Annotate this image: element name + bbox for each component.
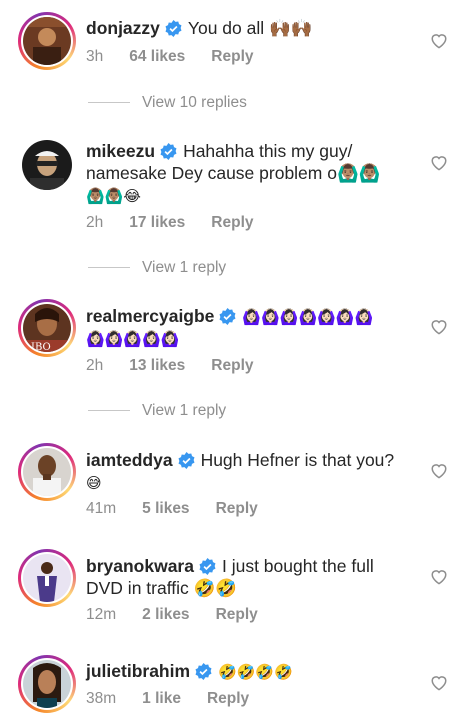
heart-outline-icon[interactable] — [430, 318, 448, 335]
comment-text: Hahahha this my guy/ — [183, 141, 353, 161]
likes-count[interactable]: 1 like — [142, 690, 181, 707]
view-replies-button[interactable]: View 10 replies — [88, 94, 247, 112]
comment-text: 🤣🤣🤣🤣 — [218, 664, 293, 681]
verified-badge-icon — [178, 452, 195, 469]
comment-username[interactable]: donjazzy — [86, 18, 160, 38]
likes-count[interactable]: 64 likes — [129, 48, 185, 65]
avatar[interactable]: IBO — [18, 299, 76, 357]
comment-meta: 38m 1 like Reply — [86, 690, 275, 708]
heart-outline-icon[interactable] — [430, 674, 448, 691]
likes-count[interactable]: 5 likes — [142, 500, 189, 517]
comment-meta: 2h 17 likes Reply — [86, 214, 280, 232]
verified-badge-icon — [199, 558, 216, 575]
heart-outline-icon[interactable] — [430, 154, 448, 171]
avatar[interactable] — [18, 136, 76, 194]
comment-meta: 3h 64 likes Reply — [86, 48, 280, 66]
replies-divider — [88, 410, 130, 412]
avatar[interactable] — [18, 443, 76, 501]
comment-body: donjazzy You do all 🙌🏾🙌🏾 — [86, 17, 428, 39]
reply-button[interactable]: Reply — [211, 214, 253, 231]
comment-text: You do all 🙌🏾🙌🏾 — [187, 18, 313, 38]
comment-body: iamteddya Hugh Hefner is that you? 😅 — [86, 449, 428, 493]
heart-outline-icon[interactable] — [430, 462, 448, 479]
comment-username[interactable]: julietibrahim — [86, 661, 190, 681]
comment-text: namesake Dey cause problem o🙆🏽‍♂️🙆🏽‍♂️ — [86, 163, 381, 183]
verified-badge-icon — [195, 663, 212, 680]
comment-text: I just bought the full — [221, 556, 374, 576]
avatar[interactable] — [18, 655, 76, 713]
comment-meta: 12m 2 likes Reply — [86, 606, 284, 624]
comment-body: julietibrahim 🤣🤣🤣🤣 — [86, 660, 428, 682]
likes-count[interactable]: 17 likes — [129, 214, 185, 231]
comment-text: DVD in traffic 🤣🤣 — [86, 578, 238, 598]
comment-meta: 2h 13 likes Reply — [86, 357, 280, 375]
avatar[interactable] — [18, 12, 76, 70]
view-replies-button[interactable]: View 1 reply — [88, 402, 226, 420]
comment-time: 41m — [86, 500, 117, 517]
reply-button[interactable]: Reply — [216, 500, 258, 517]
likes-count[interactable]: 13 likes — [129, 357, 185, 374]
view-replies-button[interactable]: View 1 reply — [88, 259, 226, 277]
comment-time: 3h — [86, 48, 104, 65]
comment-text: Hugh Hefner is that you? — [200, 450, 395, 470]
verified-badge-icon — [219, 308, 236, 325]
view-replies-label[interactable]: View 1 reply — [142, 402, 226, 419]
svg-text:IBO: IBO — [31, 342, 51, 352]
view-replies-label[interactable]: View 10 replies — [142, 94, 247, 111]
likes-count[interactable]: 2 likes — [142, 606, 189, 623]
heart-outline-icon[interactable] — [430, 32, 448, 49]
comment-body: realmercyaigbe 🙆🏻‍♀️🙆🏻‍♀️🙆🏻‍♀️🙆🏻‍♀️🙆🏻‍♀️🙆… — [86, 305, 428, 349]
replies-divider — [88, 102, 130, 104]
comment-username[interactable]: mikeezu — [86, 141, 155, 161]
reply-button[interactable]: Reply — [211, 48, 253, 65]
comment-meta: 41m 5 likes Reply — [86, 500, 284, 518]
comment-text: 🙆🏻‍♀️🙆🏻‍♀️🙆🏻‍♀️🙆🏻‍♀️🙆🏻‍♀️ — [86, 331, 180, 348]
comment-time: 2h — [86, 357, 104, 374]
comment-time: 12m — [86, 606, 117, 623]
comment-body: bryanokwara I just bought the full DVD in… — [86, 555, 428, 599]
comment-username[interactable]: iamteddya — [86, 450, 173, 470]
comment-body: mikeezu Hahahha this my guy/ namesake Dey… — [86, 140, 428, 206]
comment-text: 🙆🏻‍♀️🙆🏻‍♀️🙆🏻‍♀️🙆🏻‍♀️🙆🏻‍♀️🙆🏻‍♀️🙆🏻‍♀️ — [242, 309, 374, 326]
verified-badge-icon — [165, 20, 182, 37]
comment-username[interactable]: bryanokwara — [86, 556, 194, 576]
reply-button[interactable]: Reply — [207, 690, 249, 707]
avatar[interactable] — [18, 549, 76, 607]
view-replies-label[interactable]: View 1 reply — [142, 259, 226, 276]
comment-time: 2h — [86, 214, 104, 231]
reply-button[interactable]: Reply — [211, 357, 253, 374]
comment-text: 🙆🏽‍♂️🙆🏽‍♂️😂 — [86, 188, 141, 205]
heart-outline-icon[interactable] — [430, 568, 448, 585]
replies-divider — [88, 267, 130, 269]
verified-badge-icon — [160, 143, 177, 160]
comment-text: 😅 — [86, 475, 102, 492]
comment-time: 38m — [86, 690, 117, 707]
comment-username[interactable]: realmercyaigbe — [86, 306, 214, 326]
reply-button[interactable]: Reply — [216, 606, 258, 623]
